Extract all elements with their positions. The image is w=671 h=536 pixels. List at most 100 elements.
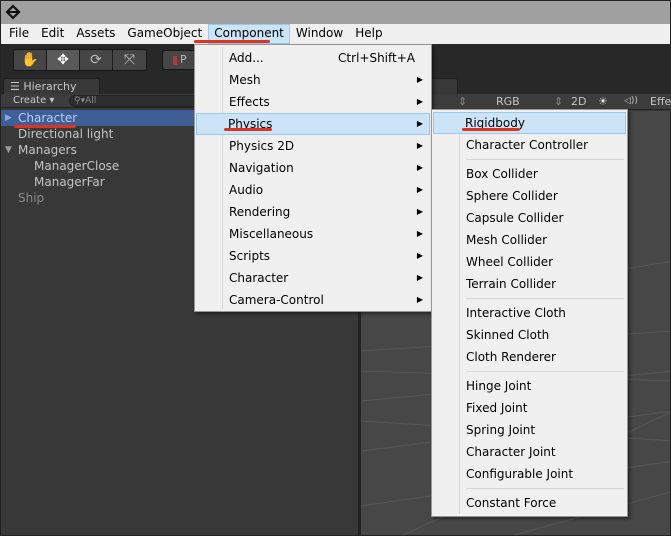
submenu-arrow-icon: ▶ [416, 141, 423, 150]
effects-dropdown[interactable]: Effe [650, 95, 671, 108]
menu-item-label: Box Collider [466, 167, 538, 181]
menu-item-interactive-cloth[interactable]: Interactive Cloth [434, 302, 625, 324]
submenu-arrow-icon: ▶ [416, 273, 423, 282]
menu-item-cloth-renderer[interactable]: Cloth Renderer [434, 346, 625, 368]
create-dropdown[interactable]: Create ▾ [13, 94, 54, 108]
menu-item-label: Terrain Collider [466, 277, 557, 291]
menu-item-label: Cloth Renderer [466, 350, 556, 364]
menu-item-audio[interactable]: Audio ▶ [197, 179, 429, 201]
tree-item-label: Directional light [18, 127, 114, 141]
menu-item-physics[interactable]: Physics ▶ [196, 113, 430, 135]
menu-item-mesh-collider[interactable]: Mesh Collider [434, 229, 625, 251]
list-icon: ☰ [10, 80, 24, 93]
menu-item-add[interactable]: Add... Ctrl+Shift+A [197, 47, 429, 69]
menu-item-scripts[interactable]: Scripts ▶ [197, 245, 429, 267]
menu-item-fixed-joint[interactable]: Fixed Joint [434, 397, 625, 419]
rotate-icon: ⟳ [90, 52, 102, 68]
submenu-arrow-icon: ▶ [416, 207, 423, 216]
menu-edit[interactable]: Edit [35, 24, 70, 44]
menu-item-rendering[interactable]: Rendering ▶ [197, 201, 429, 223]
search-icon: ⚲▾ [74, 96, 86, 106]
submenu-arrow-icon: ▶ [416, 119, 423, 128]
menu-item-label: Navigation [229, 161, 294, 175]
physics-submenu: Rigidbody Character Controller Box Colli… [431, 109, 628, 517]
scale-icon: ⤧ [123, 52, 136, 68]
menu-item-label: Scripts [229, 249, 271, 263]
tree-item-label: ManagerClose [34, 159, 120, 173]
scene-audio-icon[interactable]: ◁)) [624, 96, 638, 106]
expand-arrow-icon[interactable]: ▶ [5, 110, 12, 126]
submenu-arrow-icon: ▶ [416, 295, 423, 304]
menu-item-terrain-collider[interactable]: Terrain Collider [434, 273, 625, 295]
submenu-arrow-icon: ▶ [416, 251, 423, 260]
hand-tool-button[interactable]: ✋ [14, 50, 47, 70]
menu-item-sphere-collider[interactable]: Sphere Collider [434, 185, 625, 207]
menu-help[interactable]: Help [349, 24, 388, 44]
submenu-arrow-icon: ▶ [416, 163, 423, 172]
shading-mode-arrow-icon[interactable]: ⇕ [458, 95, 467, 108]
menu-file[interactable]: File [3, 24, 35, 44]
menu-separator [466, 298, 624, 299]
menu-item-label: Character Joint [466, 445, 556, 459]
menu-item-label: Sphere Collider [466, 189, 558, 203]
2d-toggle-button[interactable]: 2D [571, 95, 586, 108]
tab-hierarchy[interactable]: ☰ Hierarchy [3, 78, 100, 95]
menu-item-skinned-cloth[interactable]: Skinned Cloth [434, 324, 625, 346]
pivot-icon [173, 55, 177, 65]
menu-item-miscellaneous[interactable]: Miscellaneous ▶ [197, 223, 429, 245]
menu-item-camera-control[interactable]: Camera-Control ▶ [197, 289, 429, 311]
menu-item-label: Spring Joint [466, 423, 536, 437]
render-mode-dropdown[interactable]: RGB [496, 95, 520, 108]
menu-item-label: Character Controller [466, 138, 589, 152]
menu-item-constant-force[interactable]: Constant Force [434, 492, 625, 514]
menu-item-character[interactable]: Character ▶ [197, 267, 429, 289]
component-menu: Add... Ctrl+Shift+A Mesh ▶ Effects ▶ Physic… [194, 44, 432, 312]
menu-item-physics-2d[interactable]: Physics 2D ▶ [197, 135, 429, 157]
menu-item-label: Wheel Collider [466, 255, 554, 269]
menu-item-label: Effects [229, 95, 270, 109]
transform-tools: ✋ ✥ ⟳ ⤧ [13, 49, 147, 71]
menu-item-label: Hinge Joint [466, 379, 532, 393]
menu-item-wheel-collider[interactable]: Wheel Collider [434, 251, 625, 273]
collapse-arrow-icon[interactable]: ▼ [5, 142, 12, 158]
menu-item-label: Rendering [229, 205, 291, 219]
menu-item-configurable-joint[interactable]: Configurable Joint [434, 463, 625, 485]
menu-item-spring-joint[interactable]: Spring Joint [434, 419, 625, 441]
menu-item-character-joint[interactable]: Character Joint [434, 441, 625, 463]
menu-item-label: Capsule Collider [466, 211, 564, 225]
scale-tool-button[interactable]: ⤧ [113, 50, 146, 70]
menu-item-mesh[interactable]: Mesh ▶ [197, 69, 429, 91]
shortcut-label: Ctrl+Shift+A [338, 51, 415, 65]
annotation-underline-character [14, 125, 76, 128]
menu-item-label: Mesh [229, 73, 261, 87]
menu-item-character-controller[interactable]: Character Controller [434, 134, 625, 156]
search-placeholder: All [85, 96, 97, 106]
menu-item-navigation[interactable]: Navigation ▶ [197, 157, 429, 179]
menu-separator [466, 371, 624, 372]
menu-item-capsule-collider[interactable]: Capsule Collider [434, 207, 625, 229]
menu-item-label: Constant Force [466, 496, 557, 510]
menu-item-effects[interactable]: Effects ▶ [197, 91, 429, 113]
menu-assets[interactable]: Assets [70, 24, 121, 44]
render-mode-arrow-icon: ⇕ [554, 95, 564, 108]
hierarchy-search-input[interactable]: ⚲▾All [69, 95, 209, 107]
tree-item-label: Managers [18, 143, 77, 157]
scene-lighting-icon[interactable]: ☀ [598, 95, 608, 108]
rotate-tool-button[interactable]: ⟳ [80, 50, 113, 70]
move-tool-button[interactable]: ✥ [47, 50, 80, 70]
menu-item-label: Configurable Joint [466, 467, 574, 481]
annotation-underline-component [194, 40, 270, 43]
menu-item-label: Interactive Cloth [466, 306, 566, 320]
annotation-underline-rigidbody [462, 128, 520, 131]
menu-item-label: Physics 2D [229, 139, 295, 153]
menu-separator [466, 159, 624, 160]
title-bar [0, 0, 671, 24]
menu-window[interactable]: Window [290, 24, 349, 44]
menu-item-hinge-joint[interactable]: Hinge Joint [434, 375, 625, 397]
hand-icon: ✋ [21, 52, 39, 68]
menu-item-box-collider[interactable]: Box Collider [434, 163, 625, 185]
submenu-arrow-icon: ▶ [416, 75, 423, 84]
menu-item-label: Mesh Collider [466, 233, 548, 247]
tab-hierarchy-label: Hierarchy [23, 80, 77, 93]
menu-bar: File Edit Assets GameObject Component Wi… [0, 24, 671, 44]
